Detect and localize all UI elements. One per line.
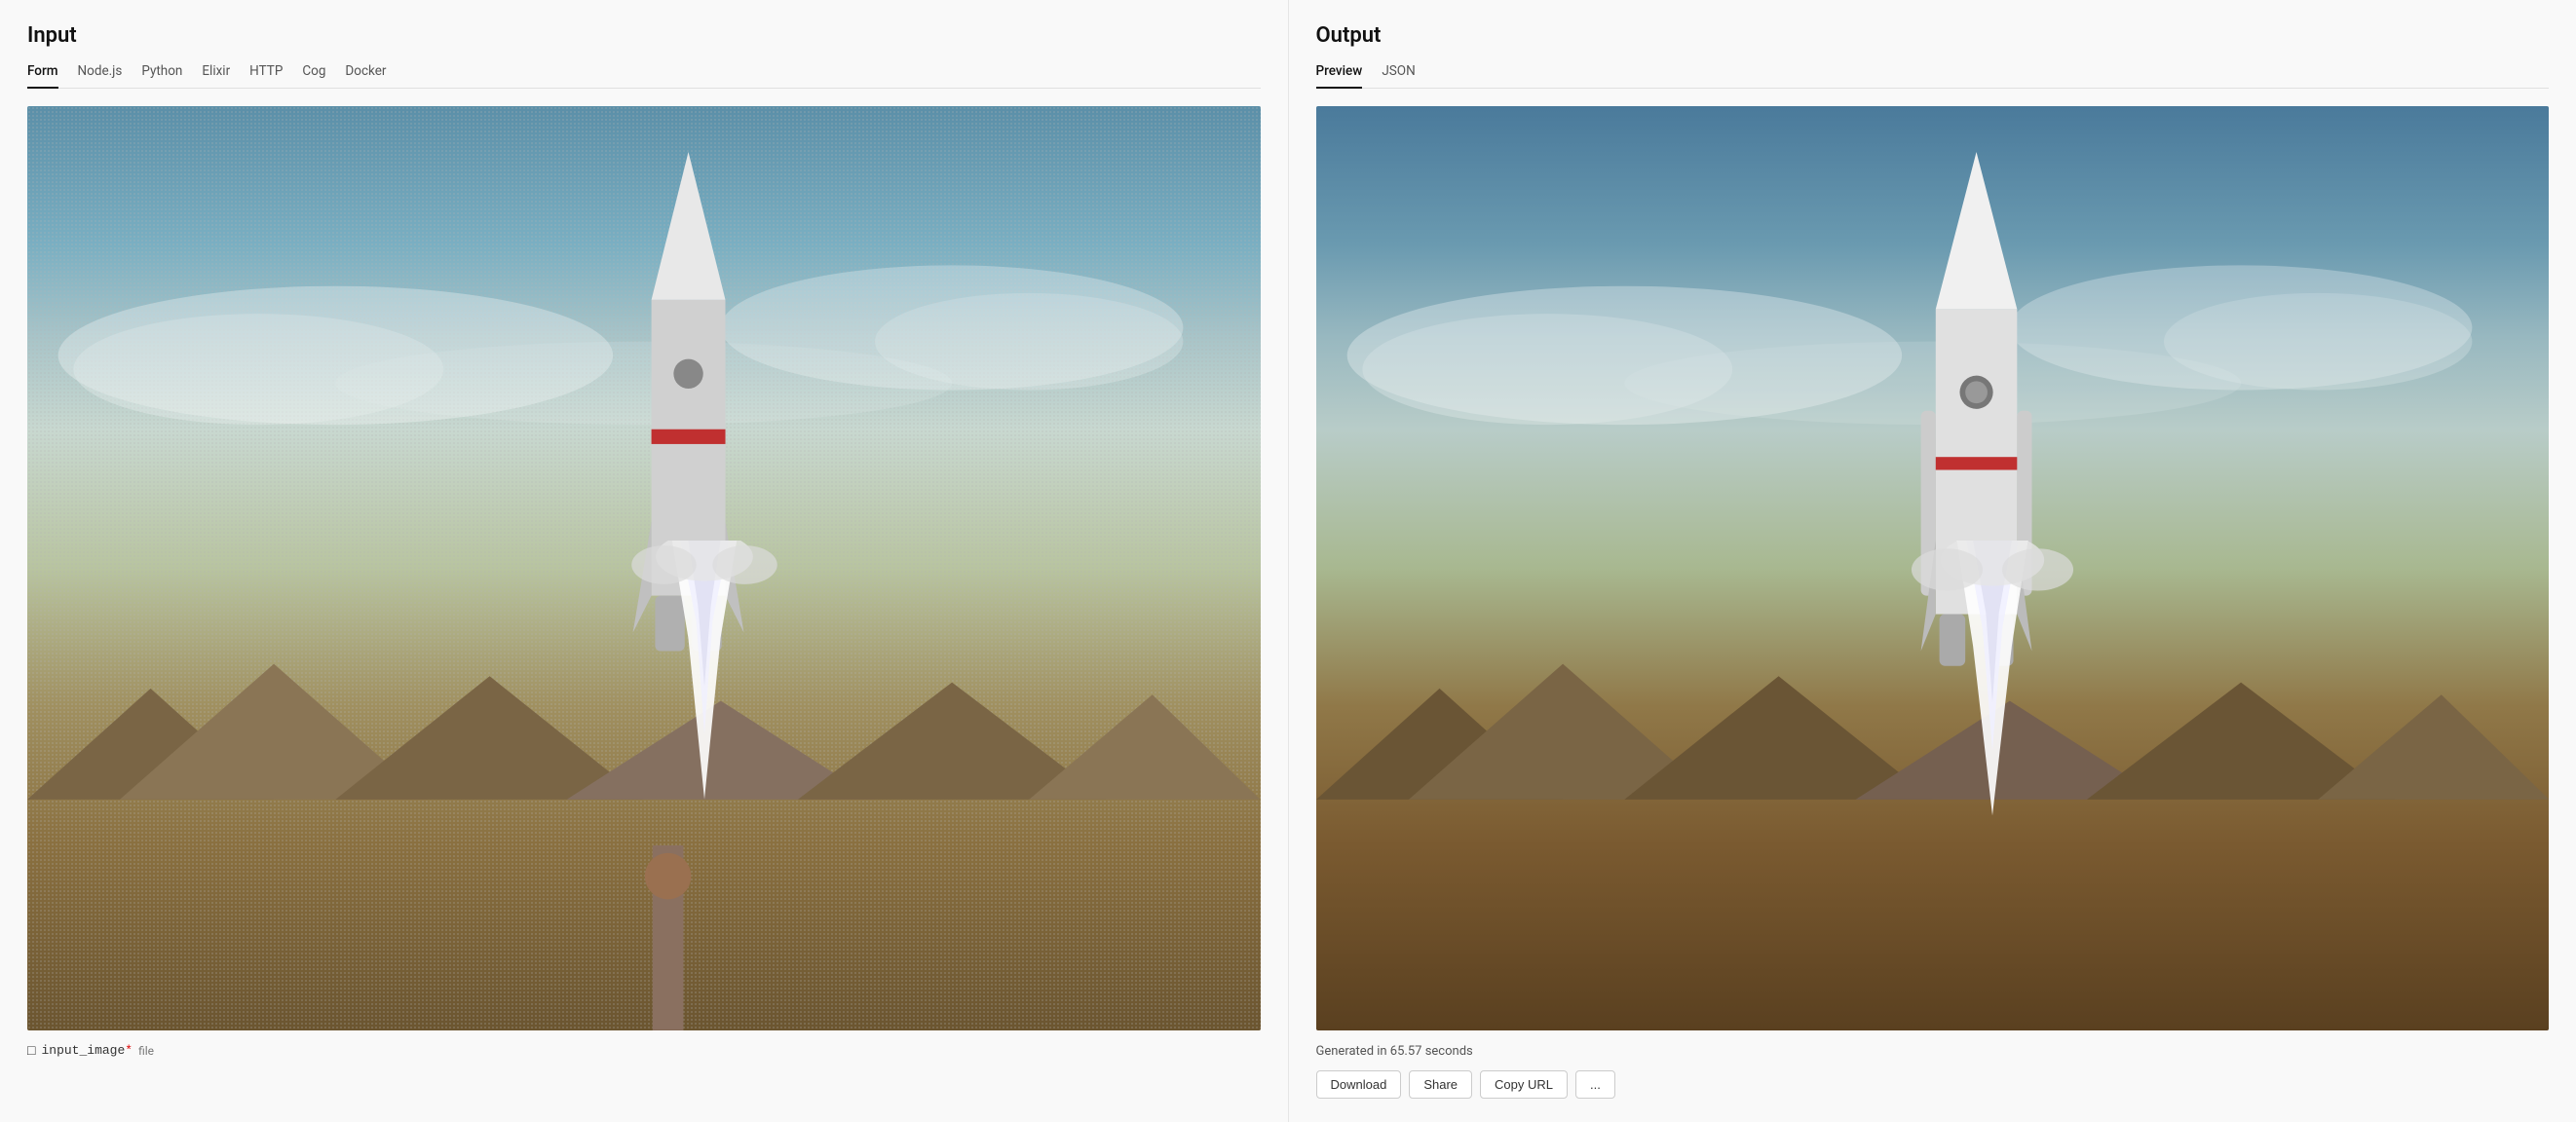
- output-title: Output: [1316, 23, 2550, 48]
- output-rocket-background: [1316, 106, 2550, 1030]
- input-image-container: [27, 106, 1261, 1030]
- input-launch-pad: [619, 845, 717, 1030]
- page-layout: Input Form Node.js Python Elixir HTTP Co…: [0, 0, 2576, 1122]
- output-image: [1316, 106, 2550, 1030]
- copy-url-button[interactable]: Copy URL: [1480, 1070, 1568, 1099]
- input-fire: [618, 541, 790, 864]
- download-button[interactable]: Download: [1316, 1070, 1402, 1099]
- output-actions: Download Share Copy URL ...: [1316, 1070, 2550, 1099]
- tab-cog[interactable]: Cog: [302, 63, 325, 89]
- input-panel: Input Form Node.js Python Elixir HTTP Co…: [0, 0, 1289, 1122]
- input-title: Input: [27, 23, 1261, 48]
- input-image: [27, 106, 1261, 1030]
- tab-json[interactable]: JSON: [1382, 63, 1415, 89]
- tab-nodejs[interactable]: Node.js: [78, 63, 123, 89]
- output-tabs: Preview JSON: [1316, 63, 2550, 89]
- output-fire: [1907, 541, 2079, 864]
- output-panel: Output Preview JSON: [1289, 0, 2576, 1122]
- tab-form[interactable]: Form: [27, 63, 58, 89]
- tab-elixir[interactable]: Elixir: [202, 63, 230, 89]
- generated-info: Generated in 65.57 seconds: [1316, 1044, 2550, 1059]
- input-rocket-background: [27, 106, 1261, 1030]
- share-button[interactable]: Share: [1409, 1070, 1472, 1099]
- tab-python[interactable]: Python: [141, 63, 182, 89]
- tab-http[interactable]: HTTP: [249, 63, 283, 89]
- field-name: input_image*: [41, 1043, 133, 1058]
- input-field-label: □ input_image* file: [27, 1042, 1261, 1059]
- output-image-container: [1316, 106, 2550, 1030]
- file-icon: □: [27, 1042, 35, 1059]
- field-type: file: [138, 1044, 154, 1058]
- tab-preview[interactable]: Preview: [1316, 63, 1363, 89]
- tab-docker[interactable]: Docker: [345, 63, 386, 89]
- input-tabs: Form Node.js Python Elixir HTTP Cog Dock…: [27, 63, 1261, 89]
- more-options-button[interactable]: ...: [1575, 1070, 1615, 1099]
